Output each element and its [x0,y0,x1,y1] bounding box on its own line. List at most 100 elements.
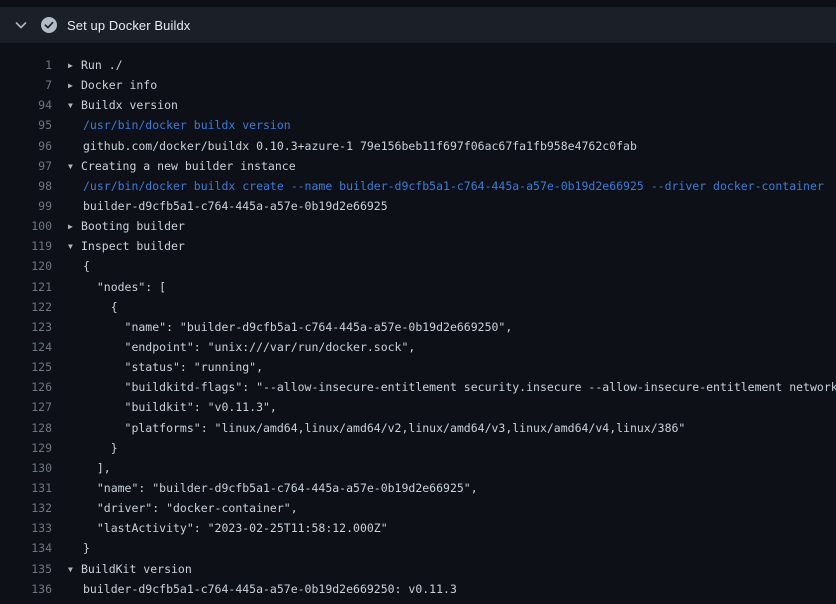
line-number[interactable]: 98 [0,176,52,196]
line-number[interactable]: 96 [0,136,52,156]
log-line: 122 { [0,297,836,317]
log-group-title: Creating a new builder instance [81,159,296,173]
line-number[interactable]: 95 [0,115,52,135]
log-output-text: "lastActivity": "2023-02-25T11:58:12.000… [68,518,388,538]
log-line: 1 ▶Run ./ [0,55,836,75]
log-line: 134} [0,538,836,558]
log-line: 96 github.com/docker/buildx 0.10.3+azure-… [0,136,836,156]
log-output-text: ], [68,458,111,478]
log-line: 94 ▼Buildx version [0,95,836,115]
log-line: 128 "platforms": "linux/amd64,linux/amd6… [0,418,836,438]
disclosure-expanded-icon: ▼ [68,560,81,579]
log-output-text: "endpoint": "unix:///var/run/docker.sock… [68,337,415,357]
log-line: 125 "status": "running", [0,357,836,377]
log-line: 119 ▼Inspect builder [0,236,836,256]
log-output-text: builder-d9cfb5a1-c764-445a-a57e-0b19d2e6… [68,579,457,599]
log-line: 123 "name": "builder-d9cfb5a1-c764-445a-… [0,317,836,337]
log-group-header[interactable]: ▼BuildKit version [68,559,192,579]
log-command-text: /usr/bin/docker buildx version [68,115,291,135]
line-number[interactable]: 121 [0,277,52,297]
log-line: 135 ▼BuildKit version [0,559,836,579]
log-output-text: "name": "builder-d9cfb5a1-c764-445a-a57e… [68,317,512,337]
line-number[interactable]: 125 [0,357,52,377]
disclosure-collapsed-icon: ▶ [68,217,81,236]
log-output-text: "platforms": "linux/amd64,linux/amd64/v2… [68,418,685,438]
log-output-text: } [68,438,118,458]
line-number[interactable]: 1 [0,55,52,75]
line-number[interactable]: 130 [0,458,52,478]
line-number[interactable]: 134 [0,538,52,558]
log-line: 97 ▼Creating a new builder instance [0,156,836,176]
log-output-text: "nodes": [ [68,277,166,297]
line-number[interactable]: 99 [0,196,52,216]
step-title: Set up Docker Buildx [67,18,190,33]
log-group-title: Buildx version [81,98,178,112]
log-line: 126 "buildkitd-flags": "--allow-insecure… [0,377,836,397]
log-group-title: Run ./ [81,58,123,72]
log-group-header[interactable]: ▼Inspect builder [68,236,185,256]
log-group-header[interactable]: ▼Creating a new builder instance [68,156,296,176]
log-line: 136 builder-d9cfb5a1-c764-445a-a57e-0b19d… [0,579,836,599]
step-header[interactable]: Set up Docker Buildx [0,7,836,43]
log-output-text: "name": "builder-d9cfb5a1-c764-445a-a57e… [68,478,478,498]
log-line: 129 } [0,438,836,458]
disclosure-expanded-icon: ▼ [68,237,81,256]
log-output-text: { [68,297,118,317]
line-number[interactable]: 94 [0,95,52,115]
log-viewer: 1▶Run ./7▶Docker info94▼Buildx version95… [0,43,836,599]
line-number[interactable]: 136 [0,579,52,599]
line-number[interactable]: 135 [0,559,52,579]
log-output-text: "driver": "docker-container", [68,498,298,518]
log-line: 98/usr/bin/docker buildx create --name b… [0,176,836,196]
log-line: 130 ], [0,458,836,478]
log-line: 132 "driver": "docker-container", [0,498,836,518]
log-group-header[interactable]: ▼Buildx version [68,95,178,115]
chevron-down-icon[interactable] [14,18,28,32]
check-circle-icon [41,17,57,33]
log-output-text: builder-d9cfb5a1-c764-445a-a57e-0b19d2e6… [68,196,388,216]
log-line: 7 ▶Docker info [0,75,836,95]
line-number[interactable]: 120 [0,256,52,276]
line-number[interactable]: 119 [0,236,52,256]
log-output-text: "buildkitd-flags": "--allow-insecure-ent… [68,377,836,397]
line-number[interactable]: 131 [0,478,52,498]
line-number[interactable]: 127 [0,397,52,417]
line-number[interactable]: 97 [0,156,52,176]
log-line: 133 "lastActivity": "2023-02-25T11:58:12… [0,518,836,538]
line-number[interactable]: 124 [0,337,52,357]
line-number[interactable]: 122 [0,297,52,317]
log-line: 127 "buildkit": "v0.11.3", [0,397,836,417]
log-line: 121 "nodes": [ [0,277,836,297]
log-output-text: github.com/docker/buildx 0.10.3+azure-1 … [68,136,637,156]
disclosure-expanded-icon: ▼ [68,96,81,115]
log-group-header[interactable]: ▶Run ./ [68,55,123,75]
line-number[interactable]: 7 [0,75,52,95]
log-output-text: } [68,538,90,558]
log-command-text: /usr/bin/docker buildx create --name bui… [68,176,824,196]
disclosure-expanded-icon: ▼ [68,157,81,176]
log-line: 100 ▶Booting builder [0,216,836,236]
line-number[interactable]: 133 [0,518,52,538]
line-number[interactable]: 129 [0,438,52,458]
disclosure-collapsed-icon: ▶ [68,76,81,95]
log-group-title: Inspect builder [81,239,185,253]
line-number[interactable]: 126 [0,377,52,397]
log-output-text: "status": "running", [68,357,263,377]
line-number[interactable]: 100 [0,216,52,236]
log-line: 99 builder-d9cfb5a1-c764-445a-a57e-0b19d2… [0,196,836,216]
disclosure-collapsed-icon: ▶ [68,56,81,75]
log-output-text: { [68,256,90,276]
line-number[interactable]: 132 [0,498,52,518]
log-line: 120 { [0,256,836,276]
line-number[interactable]: 128 [0,418,52,438]
log-line: 95/usr/bin/docker buildx version [0,115,836,135]
line-number[interactable]: 123 [0,317,52,337]
log-group-header[interactable]: ▶Docker info [68,75,157,95]
log-group-title: BuildKit version [81,562,192,576]
log-line: 131 "name": "builder-d9cfb5a1-c764-445a-… [0,478,836,498]
log-output-text: "buildkit": "v0.11.3", [68,397,277,417]
log-line: 124 "endpoint": "unix:///var/run/docker.… [0,337,836,357]
log-group-header[interactable]: ▶Booting builder [68,216,185,236]
log-group-title: Docker info [81,78,157,92]
log-group-title: Booting builder [81,219,185,233]
